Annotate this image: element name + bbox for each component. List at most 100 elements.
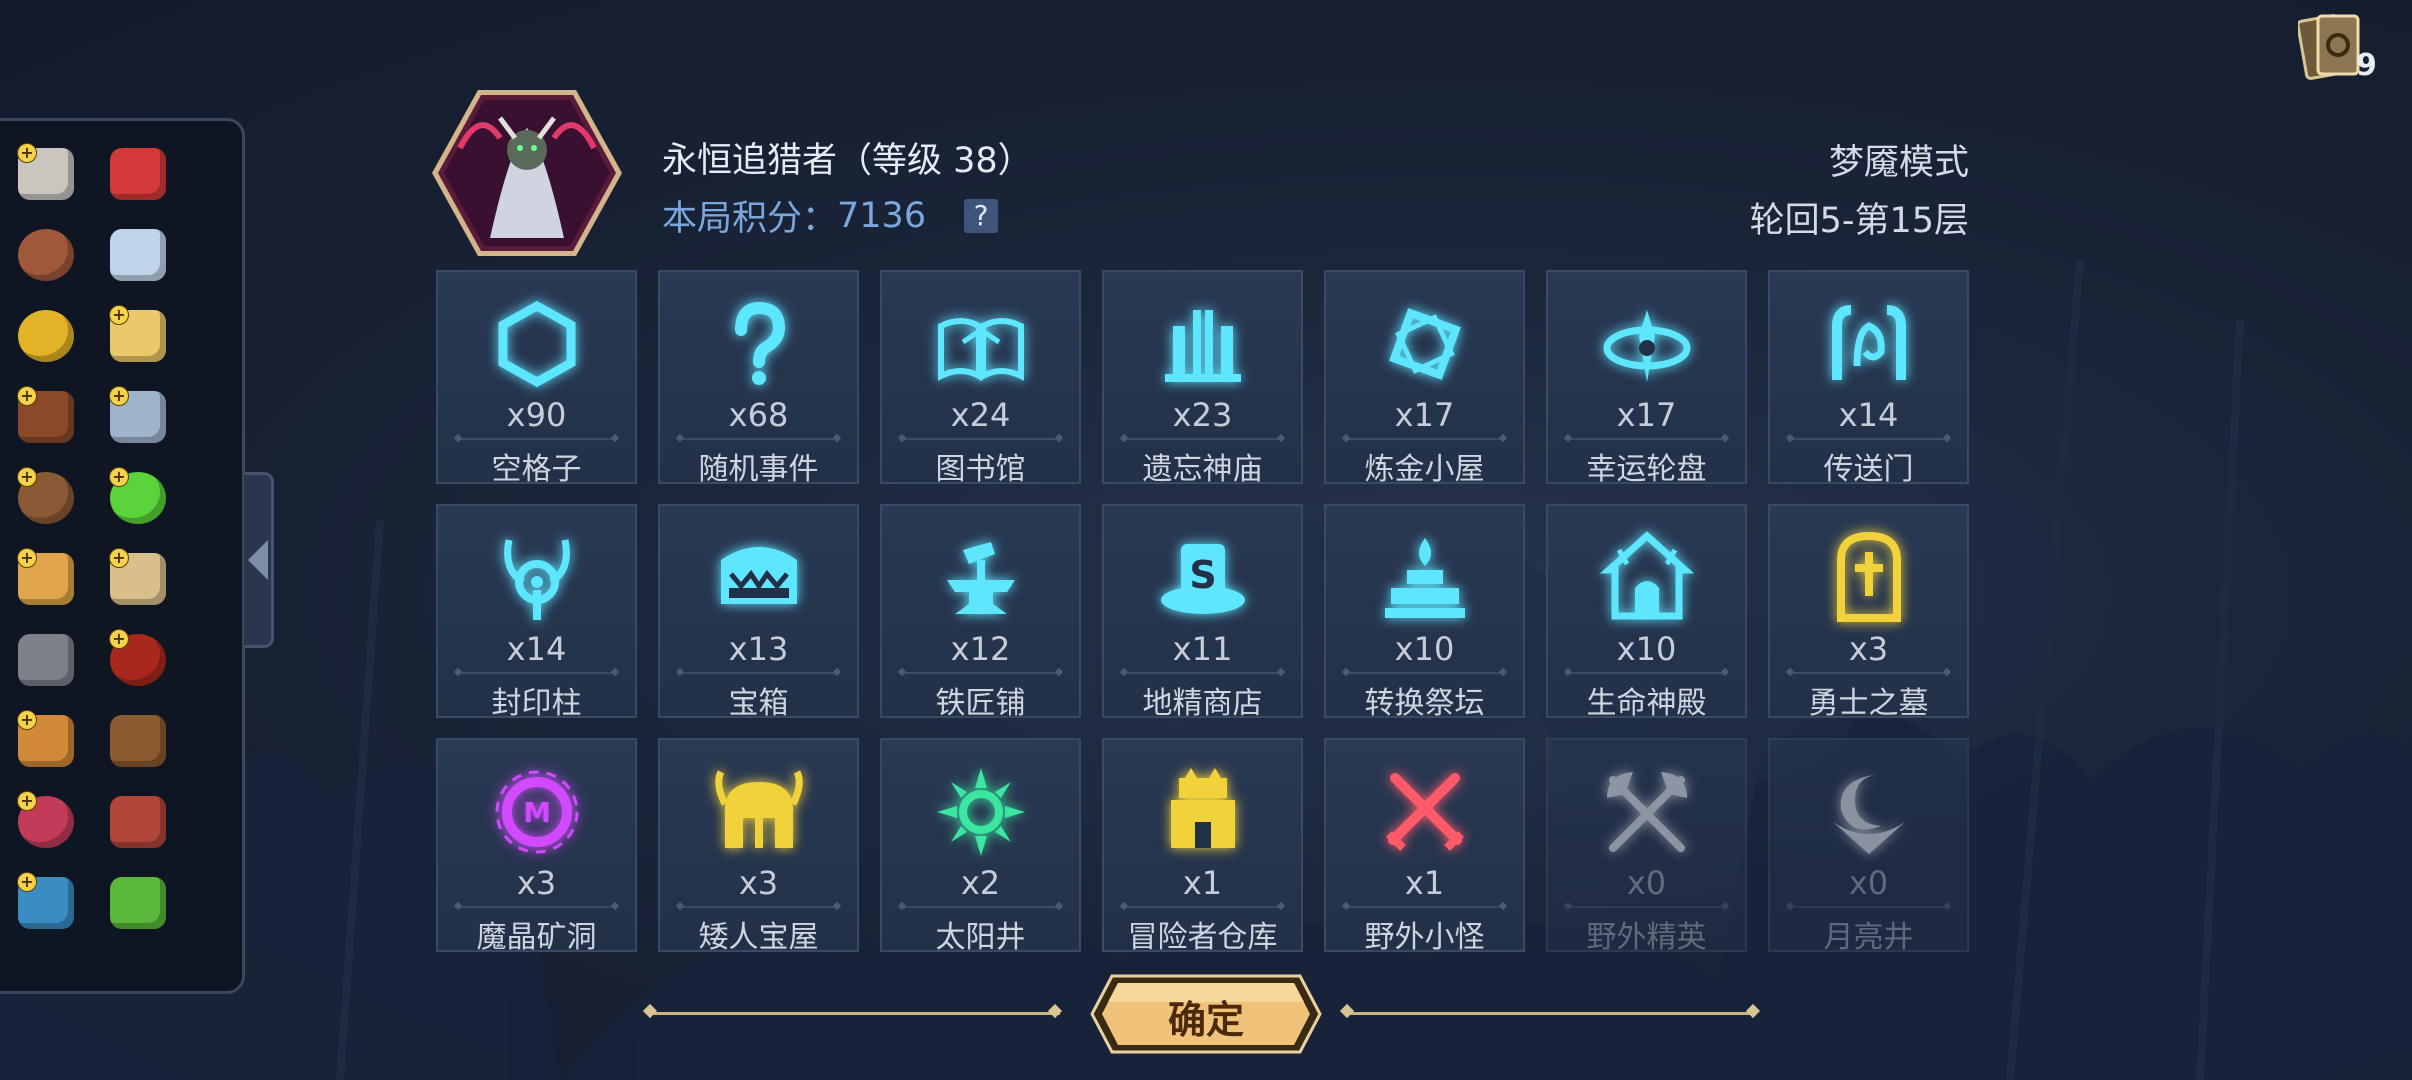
altar-icon: [1384, 538, 1465, 618]
hexagon-icon: [498, 300, 575, 388]
tile-label: 幸运轮盘: [1586, 452, 1707, 487]
upgrade-plus-badge: +: [17, 467, 37, 487]
gold-coin-icon[interactable]: [11, 301, 81, 371]
tile-label: 宝箱: [728, 686, 789, 721]
tile-count: x17: [1616, 396, 1677, 434]
tile-divider: [1124, 906, 1281, 908]
tile-divider: [902, 438, 1059, 440]
meat-leg-icon[interactable]: [103, 139, 173, 209]
tile-count: x10: [1394, 630, 1455, 668]
fruit-bowl-icon[interactable]: +: [11, 787, 81, 857]
tile-count: x0: [1626, 864, 1667, 902]
stone-block-icon[interactable]: +: [11, 139, 81, 209]
tile-card: x68 随机事件: [658, 270, 859, 487]
crossed-axes-icon: [1606, 772, 1687, 852]
moon-well-icon: [1832, 774, 1905, 854]
inventory-item-art: [110, 715, 166, 767]
tile-count: x90: [506, 396, 567, 434]
tile-card: x14 封印柱: [436, 504, 637, 721]
tile-label: 遗忘神庙: [1142, 452, 1263, 487]
map-tile-summary: x90 空格子 x68 随机事件 x24 图书馆 x23 遗忘神庙 x17 炼金小屋 x17 幸运轮盘…: [436, 270, 1969, 955]
tile-card: x3 勇士之墓: [1768, 504, 1969, 721]
mimic-chest-icon: [720, 547, 797, 604]
tile-card: x17 炼金小屋: [1324, 270, 1525, 487]
pendant-icon[interactable]: [103, 220, 173, 290]
tile-label: 矮人宝屋: [698, 920, 819, 955]
tile-label: 图书馆: [935, 452, 1026, 487]
tile-divider: [680, 906, 837, 908]
open-book-icon: [937, 318, 1024, 382]
tile-card: x1 野外小怪: [1324, 738, 1525, 955]
tile-count: x14: [506, 630, 567, 668]
tile-card: x13 宝箱: [658, 504, 859, 721]
inventory-item-art: [18, 634, 74, 686]
svg-text:M: M: [523, 796, 551, 829]
seal-pillar-icon: [503, 539, 570, 620]
clay-pot-icon[interactable]: [11, 220, 81, 290]
barrel-icon[interactable]: +: [11, 463, 81, 533]
tile-divider: [1790, 438, 1947, 440]
tile-count: x0: [1848, 864, 1889, 902]
tile-divider: [1790, 672, 1947, 674]
tile-card: Sx11 地精商店: [1102, 504, 1303, 721]
alchemy-diamond-icon: [1388, 308, 1461, 380]
tile-label: 转换祭坛: [1364, 686, 1485, 721]
tile-count: x12: [950, 630, 1011, 668]
tile-label: 野外小怪: [1364, 920, 1485, 955]
red-orb-icon[interactable]: +: [103, 625, 173, 695]
spell-book-icon[interactable]: +: [11, 382, 81, 452]
tile-count: x1: [1182, 864, 1223, 902]
green-goblet-icon[interactable]: [103, 868, 173, 938]
tile-card: x0 野外精英: [1546, 738, 1747, 955]
belt-icon[interactable]: [103, 706, 173, 776]
score-label: 本局积分：: [662, 199, 838, 239]
crossed-swords-icon: [1385, 773, 1464, 851]
upgrade-plus-badge: +: [17, 710, 37, 730]
tile-card: x2 太阳井: [880, 738, 1081, 955]
confirm-label: 确定: [1167, 998, 1244, 1042]
tile-label: 铁匠铺: [935, 686, 1026, 721]
tile-label: 冒险者仓库: [1127, 920, 1278, 955]
chest-icon[interactable]: +: [11, 706, 81, 776]
tile-count: x24: [950, 396, 1011, 434]
inventory-panel: + + + + + + + + + + + +: [0, 118, 245, 994]
upgrade-plus-badge: +: [109, 629, 129, 649]
tile-label: 月亮井: [1823, 920, 1914, 955]
inventory-item-art: [18, 310, 74, 362]
tongs-icon[interactable]: [11, 625, 81, 695]
ham-icon[interactable]: [103, 787, 173, 857]
card-icon[interactable]: +: [103, 382, 173, 452]
tile-divider: [1346, 906, 1503, 908]
tile-label: 炼金小屋: [1364, 452, 1485, 487]
temple-pillars-icon: [1164, 310, 1241, 382]
potion-icon[interactable]: +: [103, 463, 173, 533]
tile-count: x13: [728, 630, 789, 668]
tile-count: x3: [1848, 630, 1889, 668]
help-button[interactable]: ?: [964, 198, 999, 233]
treasure-pile-icon[interactable]: +: [103, 301, 173, 371]
tile-divider: [458, 672, 615, 674]
anvil-icon: [946, 542, 1015, 614]
tile-divider: [458, 438, 615, 440]
upgrade-plus-badge: +: [109, 386, 129, 406]
upgrade-plus-badge: +: [17, 872, 37, 892]
palette-icon[interactable]: +: [11, 544, 81, 614]
tombstone-icon: [1836, 531, 1901, 622]
blue-cloth-icon[interactable]: +: [11, 868, 81, 938]
collapse-panel-button[interactable]: [244, 472, 274, 648]
character-name: 永恒追猎者（等级 38）: [662, 141, 1033, 181]
tile-label: 随机事件: [698, 452, 819, 487]
tile-label: 地精商店: [1142, 686, 1263, 721]
warehouse-icon: [1170, 768, 1235, 848]
scroll-icon[interactable]: +: [103, 544, 173, 614]
confirm-button[interactable]: 确定: [1090, 974, 1322, 1054]
tile-card: x14 传送门: [1768, 270, 1969, 487]
tile-card: x3 矮人宝屋: [658, 738, 859, 955]
floor-indicator: 轮回5-第15层: [1749, 201, 1969, 241]
tile-card: x24 图书馆: [880, 270, 1081, 487]
tile-divider: [1790, 906, 1947, 908]
upgrade-plus-badge: +: [17, 791, 37, 811]
tile-count: x2: [960, 864, 1001, 902]
tile-count: x17: [1394, 396, 1455, 434]
roulette-icon: [1603, 310, 1690, 382]
